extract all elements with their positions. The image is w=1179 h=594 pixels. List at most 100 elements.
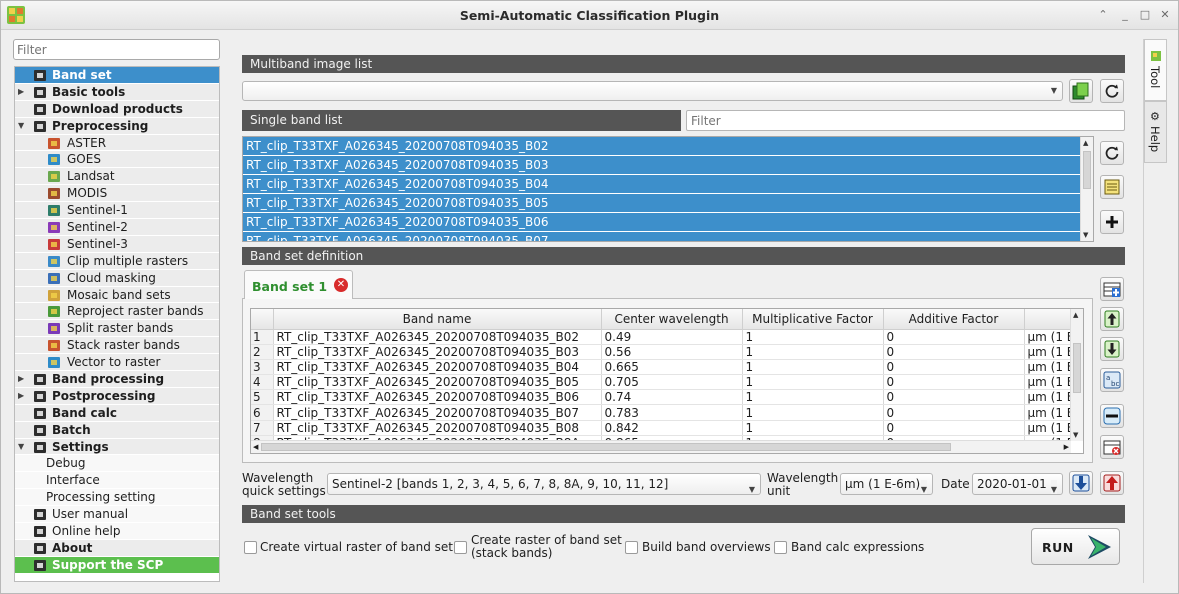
sidebar-item[interactable]: MODIS [15,185,219,203]
center-wavelength-cell[interactable]: 0.665 [601,359,743,376]
multiplicative-factor-cell[interactable]: 1 [742,359,884,376]
refresh-multiband-button[interactable] [1100,79,1124,103]
row-number[interactable]: 1 [251,329,274,345]
wavelength-unit-cell[interactable]: µm (1 E [1024,329,1073,345]
virtual-raster-checkbox[interactable] [244,541,257,554]
sidebar-item[interactable]: About [15,539,219,557]
sidebar-item[interactable]: ▼ Preprocessing [15,117,219,135]
date-input[interactable]: 2020-01-01 ▼ [972,473,1063,495]
single-band-filter-input[interactable] [686,110,1125,131]
remove-band-set-button[interactable] [1100,435,1124,459]
add-band-set-button[interactable] [1100,277,1124,301]
additive-factor-cell[interactable]: 0 [883,374,1025,391]
row-number[interactable]: 2 [251,344,274,360]
sidebar-item[interactable]: ▶ Band processing [15,371,219,388]
single-band-scrollbar[interactable]: ▲ ▼ [1080,137,1093,241]
move-band-down-button[interactable] [1100,337,1124,361]
center-wavelength-cell[interactable]: 0.842 [601,420,743,436]
additive-factor-cell[interactable]: 0 [883,344,1025,360]
band-name-cell[interactable]: RT_clip_T33TXF_A026345_20200708T094035_B… [273,359,602,376]
table-row[interactable]: 5 RT_clip_T33TXF_A026345_20200708T094035_… [251,389,1073,406]
sidebar-item[interactable]: Landsat [15,168,219,186]
multiplicative-factor-cell[interactable]: 1 [742,329,884,345]
sidebar-item[interactable]: ▶ Postprocessing [15,387,219,405]
sort-bands-button[interactable]: a bc [1100,368,1124,392]
sidebar-item[interactable]: ASTER [15,134,219,152]
band-name-cell[interactable]: RT_clip_T33TXF_A026345_20200708T094035_B… [273,374,602,391]
sidebar-item[interactable]: Interface [15,472,219,490]
single-band-item[interactable]: RT_clip_T33TXF_A026345_20200708T094035_B… [243,213,1081,232]
multiplicative-factor-cell[interactable]: 1 [742,389,884,406]
center-wavelength-cell[interactable]: 0.56 [601,344,743,360]
remove-band-button[interactable] [1100,404,1124,428]
additive-factor-cell[interactable]: 0 [883,329,1025,345]
table-row[interactable]: 4 RT_clip_T33TXF_A026345_20200708T094035_… [251,374,1073,391]
run-button[interactable]: RUN [1031,528,1120,565]
sidebar-item[interactable]: Batch [15,421,219,439]
collapse-arrow-icon[interactable]: ▶ [18,388,24,405]
single-band-item[interactable]: RT_clip_T33TXF_A026345_20200708T094035_B… [243,175,1081,194]
row-number[interactable]: 4 [251,374,274,391]
scroll-down-icon[interactable]: ▼ [1083,231,1088,239]
sidebar-item[interactable]: Cloud masking [15,269,219,287]
stack-bands-checkbox[interactable] [454,541,467,554]
multiplicative-factor-cell[interactable]: 1 [742,344,884,360]
table-horizontal-scrollbar[interactable]: ◀ ▶ [251,440,1071,453]
multiband-image-select[interactable]: ▼ [242,81,1063,101]
sidebar-item[interactable]: ▼ Settings [15,438,219,456]
table-vertical-scrollbar[interactable]: ▲ ▼ [1070,309,1083,441]
expand-arrow-icon[interactable]: ▼ [18,118,24,135]
minimize-icon[interactable]: _ [1118,8,1132,22]
wavelength-unit-cell[interactable]: µm (1 E [1024,420,1073,436]
collapse-arrow-icon[interactable]: ▶ [18,84,24,101]
sidebar-item[interactable]: Stack raster bands [15,337,219,355]
scroll-right-icon[interactable]: ▶ [1064,443,1069,451]
column-header[interactable]: Additive Factor [883,309,1025,330]
import-band-set-button[interactable] [1069,471,1093,495]
row-number[interactable]: 6 [251,404,274,421]
center-wavelength-cell[interactable]: 0.783 [601,404,743,421]
single-band-item[interactable]: RT_clip_T33TXF_A026345_20200708T094035_B… [243,137,1081,156]
wavelength-unit-cell[interactable]: µm (1 E [1024,404,1073,421]
single-band-item[interactable]: RT_clip_T33TXF_A026345_20200708T094035_B… [243,232,1081,241]
add-multiband-button[interactable] [1069,79,1093,103]
select-all-bands-button[interactable] [1100,175,1124,199]
column-header[interactable]: Wav [1024,309,1073,330]
table-row[interactable]: 7 RT_clip_T33TXF_A026345_20200708T094035_… [251,420,1073,436]
tab-help[interactable]: ⚙ Help [1144,101,1167,163]
sidebar-item[interactable]: Debug [15,455,219,473]
sidebar-item[interactable]: Band set [15,67,219,84]
column-header[interactable]: Band name [273,309,602,330]
band-calc-expressions-checkbox[interactable] [774,541,787,554]
wavelength-unit-cell[interactable]: µm (1 E [1024,359,1073,376]
sidebar-item[interactable]: Processing setting [15,489,219,507]
row-number[interactable]: 5 [251,389,274,406]
center-wavelength-cell[interactable]: 0.49 [601,329,743,345]
multiplicative-factor-cell[interactable]: 1 [742,374,884,391]
sidebar-item[interactable]: Sentinel-1 [15,202,219,220]
build-overviews-checkbox[interactable] [625,541,638,554]
center-wavelength-cell[interactable]: 0.74 [601,389,743,406]
scroll-left-icon[interactable]: ◀ [253,443,258,451]
sidebar-item[interactable]: Download products [15,100,219,118]
band-name-cell[interactable]: RT_clip_T33TXF_A026345_20200708T094035_B… [273,329,602,345]
sidebar-item[interactable]: Support the SCP [15,556,219,574]
move-band-up-button[interactable] [1100,307,1124,331]
scroll-up-icon[interactable]: ▲ [1083,139,1088,147]
scroll-thumb[interactable] [1073,343,1081,393]
sidebar-item[interactable]: Band calc [15,404,219,422]
single-band-item[interactable]: RT_clip_T33TXF_A026345_20200708T094035_B… [243,194,1081,213]
sidebar-item[interactable]: Split raster bands [15,320,219,338]
maximize-icon[interactable]: □ [1138,8,1152,22]
collapse-arrow-icon[interactable]: ▶ [18,371,24,388]
table-row[interactable]: 2 RT_clip_T33TXF_A026345_20200708T094035_… [251,344,1073,360]
tab-band-set-1[interactable]: Band set 1 ✕ [244,270,353,299]
expand-arrow-icon[interactable]: ▼ [18,439,24,456]
band-name-cell[interactable]: RT_clip_T33TXF_A026345_20200708T094035_B… [273,404,602,421]
table-row[interactable]: 6 RT_clip_T33TXF_A026345_20200708T094035_… [251,404,1073,421]
tab-tool[interactable]: Tool [1144,39,1167,101]
band-set-table[interactable]: Band name Center wavelength Multiplicative… [250,308,1084,454]
scroll-down-icon[interactable]: ▼ [1073,431,1078,439]
scroll-up-icon[interactable]: ▲ [1073,311,1078,319]
single-band-item[interactable]: RT_clip_T33TXF_A026345_20200708T094035_B… [243,156,1081,175]
